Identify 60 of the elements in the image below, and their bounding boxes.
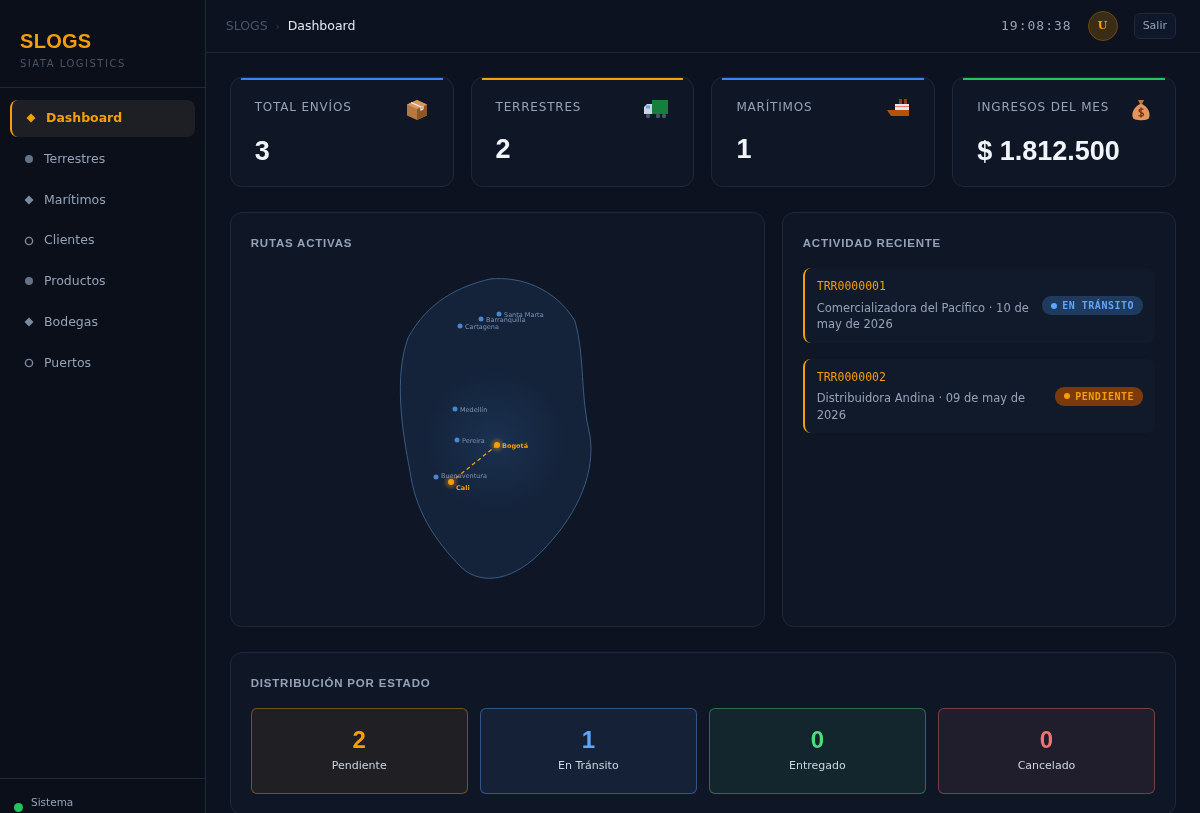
diamond-icon: [24, 194, 34, 205]
sidebar-item[interactable]: Dashboard: [10, 100, 195, 137]
city-marker[interactable]: [454, 437, 460, 443]
stat-value: $ 1.812.500: [977, 138, 1121, 165]
activity-item[interactable]: TRR0000002 Distribuidora Andina · 09 de may de 2026 PENDIENTE: [802, 358, 1155, 434]
logout-button[interactable]: Salir: [1133, 12, 1176, 40]
city-marker[interactable]: [447, 479, 454, 486]
stat-value: 2: [495, 136, 512, 163]
dot-icon: [24, 276, 34, 287]
status-label: En Tránsito: [558, 758, 619, 774]
sidebar-item[interactable]: Bodegas: [10, 303, 195, 341]
panel-title: DISTRIBUCIÓN POR ESTADO: [250, 676, 432, 691]
stat-label: TERRESTRES: [495, 99, 582, 116]
diamond-icon: [26, 113, 36, 124]
diamond-icon: [24, 317, 34, 328]
city-marker[interactable]: [452, 406, 458, 412]
brand-title: SLOGS: [20, 29, 93, 54]
breadcrumb-item: Dashboard: [287, 16, 356, 35]
status-label: Entregado: [789, 758, 846, 774]
city-marker[interactable]: [478, 316, 484, 322]
panel-title: RUTAS ACTIVAS: [250, 236, 354, 251]
status-count: 2: [352, 728, 366, 752]
shipment-detail: Distribuidora Andina · 09 de may de 2026: [816, 390, 1027, 424]
stat-value: 3: [254, 138, 271, 165]
stat-value: 1: [736, 136, 753, 163]
status-count: 1: [581, 728, 595, 752]
status-badge: PENDIENTE: [1055, 386, 1143, 406]
dot-icon: [24, 154, 34, 165]
sidebar-item[interactable]: Puertos: [10, 344, 195, 382]
panel-title: ACTIVIDAD RECIENTE: [802, 236, 943, 251]
user-avatar[interactable]: U: [1087, 11, 1118, 41]
status-badge: EN TRÁNSITO: [1042, 296, 1143, 316]
sidebar-item[interactable]: Terrestres: [10, 140, 195, 178]
city-marker[interactable]: [433, 474, 439, 480]
city-marker[interactable]: [457, 323, 463, 329]
sidebar-item[interactable]: Marítimos: [10, 181, 195, 219]
status-count: 0: [1039, 728, 1054, 752]
status-label: Sistema: [31, 795, 74, 810]
box-icon: [404, 98, 429, 122]
brand-subtitle: SIATA LOGISTICS: [20, 57, 127, 71]
activity-item[interactable]: TRR0000001 Comercializadora del Pacífico · 10 de may de 2026 EN TRÁNSITO: [802, 268, 1155, 343]
shipment-detail: Comercializadora del Pacífico · 10 de may de 2026: [816, 299, 1030, 333]
sidebar-item[interactable]: Clientes: [10, 222, 195, 259]
city-marker[interactable]: [496, 311, 502, 317]
shipment-code: TRR0000002: [816, 368, 887, 386]
money-bag-icon: [1131, 98, 1152, 122]
stat-label: TOTAL ENVÍOS: [254, 98, 352, 116]
shipment-code: TRR0000001: [816, 278, 887, 296]
stat-label: MARÍTIMOS: [736, 98, 813, 116]
clock-text: 19:08:38: [1001, 17, 1072, 36]
sidebar-item[interactable]: Productos: [10, 263, 195, 300]
status-count: 0: [810, 728, 825, 752]
city-marker[interactable]: [493, 442, 500, 449]
status-label: Cancelado: [1017, 758, 1076, 774]
ring-icon: [24, 357, 34, 368]
truck-icon: [643, 98, 670, 120]
breadcrumb-separator: ›: [275, 19, 280, 34]
status-label: Pendiente: [331, 758, 387, 774]
stat-label: INGRESOS DEL MES: [977, 99, 1110, 116]
ring-icon: [24, 235, 34, 246]
